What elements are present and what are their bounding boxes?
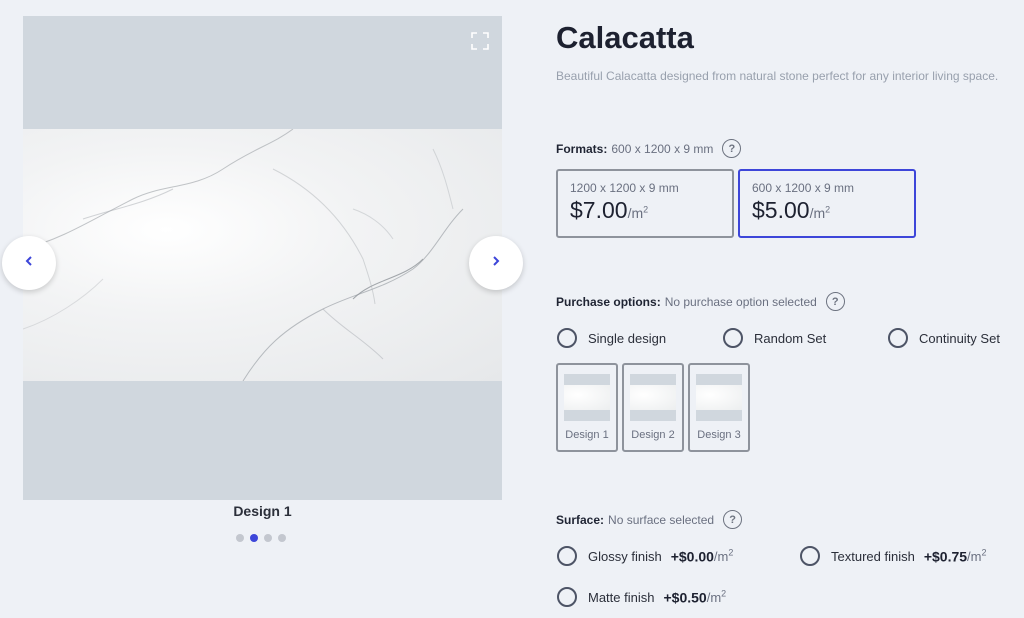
thumbnail-label: Design 3	[697, 429, 741, 441]
carousel-dot[interactable]	[236, 534, 244, 542]
format-option-1200x1200[interactable]: 1200 x 1200 x 9 mm $7.00/m2	[556, 169, 734, 238]
radio-single-design[interactable]: Single design	[557, 328, 666, 348]
surface-heading: Surface:	[556, 512, 605, 527]
carousel-dot[interactable]	[278, 534, 286, 542]
product-gallery	[23, 16, 502, 500]
chevron-left-icon	[23, 254, 35, 272]
thumbnail-image	[630, 374, 676, 421]
radio-label: Single design	[588, 330, 667, 346]
design-thumbnail-1[interactable]: Design 1	[556, 363, 618, 452]
thumbnail-label: Design 2	[631, 429, 675, 441]
chevron-right-icon	[490, 254, 502, 272]
purchase-options-heading: Purchase options:	[556, 294, 661, 309]
surface-status: No surface selected	[608, 512, 715, 527]
carousel-dot[interactable]	[264, 534, 272, 542]
carousel-dots	[236, 534, 286, 542]
surface-option-name: Glossy finish	[588, 548, 662, 564]
formats-label: Formats: 600 x 1200 x 9 mm ?	[556, 139, 742, 158]
radio-button[interactable]	[557, 546, 577, 566]
radio-label: Random Set	[754, 330, 827, 346]
purchase-options-status: No purchase option selected	[664, 294, 817, 309]
previous-image-button[interactable]	[2, 236, 56, 290]
format-size: 600 x 1200 x 9 mm	[752, 181, 855, 195]
formats-selected-text: 600 x 1200 x 9 mm	[611, 141, 714, 156]
surface-label: Surface: No surface selected ?	[556, 510, 743, 529]
radio-button[interactable]	[557, 328, 577, 348]
surface-option-name: Textured finish	[831, 548, 915, 564]
thumbnail-image	[696, 374, 742, 421]
radio-matte-finish[interactable]: Matte finish +$0.50/m2	[557, 587, 726, 607]
radio-button[interactable]	[723, 328, 743, 348]
radio-button[interactable]	[557, 587, 577, 607]
next-image-button[interactable]	[469, 236, 523, 290]
format-price: $7.00/m2	[570, 197, 649, 223]
surface-option-name: Matte finish	[588, 589, 655, 605]
radio-random-set[interactable]: Random Set	[723, 328, 826, 348]
radio-textured-finish[interactable]: Textured finish +$0.75/m2	[800, 546, 987, 566]
formats-heading: Formats:	[556, 141, 608, 156]
design-thumbnail-3[interactable]: Design 3	[688, 363, 750, 452]
product-description: Beautiful Calacatta designed from natura…	[556, 69, 999, 83]
format-size: 1200 x 1200 x 9 mm	[570, 181, 679, 195]
radio-label: Continuity Set	[919, 330, 1000, 346]
gallery-caption: Design 1	[233, 503, 292, 519]
marble-image	[23, 129, 502, 381]
help-icon[interactable]: ?	[722, 139, 742, 158]
format-option-600x1200[interactable]: 600 x 1200 x 9 mm $5.00/m2	[738, 169, 916, 238]
expand-icon[interactable]	[470, 31, 490, 51]
carousel-dot-active[interactable]	[250, 534, 258, 542]
surface-option-price: +$0.00/m2	[670, 547, 734, 565]
radio-button[interactable]	[888, 328, 908, 348]
format-price: $5.00/m2	[752, 197, 831, 223]
thumbnail-image	[564, 374, 610, 421]
product-title: Calacatta	[556, 20, 694, 55]
surface-option-price: +$0.75/m2	[923, 547, 987, 565]
design-thumbnail-2[interactable]: Design 2	[622, 363, 684, 452]
radio-continuity-set[interactable]: Continuity Set	[888, 328, 1000, 348]
surface-option-price: +$0.50/m2	[663, 588, 727, 606]
radio-glossy-finish[interactable]: Glossy finish +$0.00/m2	[557, 546, 733, 566]
thumbnail-label: Design 1	[565, 429, 609, 441]
help-icon[interactable]: ?	[723, 510, 743, 529]
help-icon[interactable]: ?	[825, 292, 845, 311]
radio-button[interactable]	[800, 546, 820, 566]
purchase-options-label: Purchase options: No purchase option sel…	[556, 292, 845, 311]
